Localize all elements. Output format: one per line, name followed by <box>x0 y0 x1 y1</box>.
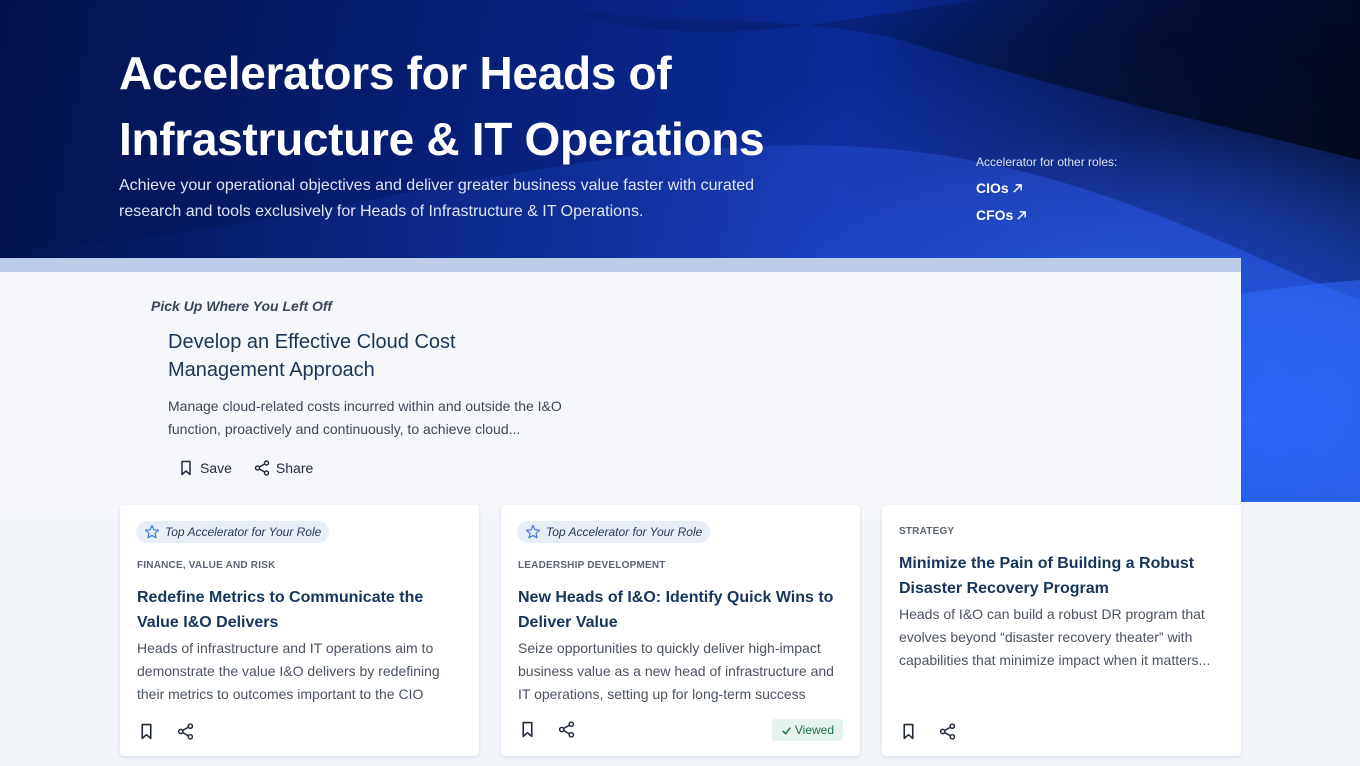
viewed-label: Viewed <box>794 723 834 737</box>
page-subtitle: Achieve your operational objectives and … <box>119 177 755 220</box>
accelerator-card[interactable]: Top Accelerator for Your Role LEADERSHIP… <box>501 505 860 756</box>
role-link-label: CFOs <box>976 207 1014 223</box>
role-link-cfos[interactable]: CFOs <box>976 206 1196 225</box>
card-title-link[interactable]: Redefine Metrics to Communicate the Valu… <box>137 585 457 635</box>
card-description: Heads of infrastructure and IT operation… <box>137 640 440 702</box>
share-icon[interactable] <box>558 721 575 738</box>
role-link-cios[interactable]: CIOs <box>976 179 1196 198</box>
other-roles: Accelerator for other roles: CIOs CFOs <box>976 153 1196 233</box>
bookmark-icon[interactable] <box>900 723 917 740</box>
save-button[interactable]: Save <box>178 460 232 476</box>
card-actions <box>519 721 575 738</box>
share-icon[interactable] <box>177 723 194 740</box>
card-actions <box>138 723 194 740</box>
accelerator-card[interactable]: Top Accelerator for Your Role FINANCE, V… <box>120 505 479 756</box>
share-icon <box>254 460 270 476</box>
arrow-up-right-icon <box>1013 184 1022 193</box>
card-actions <box>900 723 956 740</box>
share-button[interactable]: Share <box>254 460 313 476</box>
page-title: Accelerators for Heads of Infrastructure… <box>119 47 765 165</box>
star-icon <box>525 524 541 539</box>
card-category: LEADERSHIP DEVELOPMENT <box>518 560 666 571</box>
top-accelerator-badge: Top Accelerator for Your Role <box>517 521 711 543</box>
resume-title-link[interactable]: Develop an Effective Cloud Cost Manageme… <box>168 328 568 384</box>
accelerator-card[interactable]: STRATEGY Minimize the Pain of Building a… <box>882 505 1241 756</box>
card-description: Heads of I&O can build a robust DR progr… <box>899 606 1211 668</box>
save-label: Save <box>200 460 232 476</box>
top-accelerator-badge: Top Accelerator for Your Role <box>136 521 330 543</box>
bookmark-icon[interactable] <box>519 721 536 738</box>
role-link-label: CIOs <box>976 180 1009 196</box>
badge-label: Top Accelerator for Your Role <box>165 525 322 539</box>
arrow-up-right-icon <box>1017 211 1027 220</box>
check-icon <box>782 726 791 735</box>
card-title-link[interactable]: New Heads of I&O: Identify Quick Wins to… <box>518 585 838 635</box>
share-label: Share <box>275 460 314 476</box>
share-icon[interactable] <box>939 723 956 740</box>
viewed-badge: Viewed <box>771 719 843 741</box>
bookmark-icon <box>181 460 191 476</box>
star-icon <box>144 524 160 539</box>
card-category: FINANCE, VALUE AND RISK <box>137 560 276 571</box>
badge-label: Top Accelerator for Your Role <box>546 525 703 539</box>
card-category: STRATEGY <box>899 526 955 537</box>
resume-description: Manage cloud-related costs incurred with… <box>168 398 562 437</box>
card-title-link[interactable]: Minimize the Pain of Building a Robust D… <box>899 551 1219 601</box>
resume-actions: Save Share <box>178 460 313 476</box>
other-roles-label: Accelerator for other roles: <box>976 155 1118 169</box>
resume-section-label: Pick Up Where You Left Off <box>151 298 332 314</box>
card-description: Seize opportunities to quickly deliver h… <box>518 640 834 702</box>
bookmark-icon[interactable] <box>138 723 155 740</box>
